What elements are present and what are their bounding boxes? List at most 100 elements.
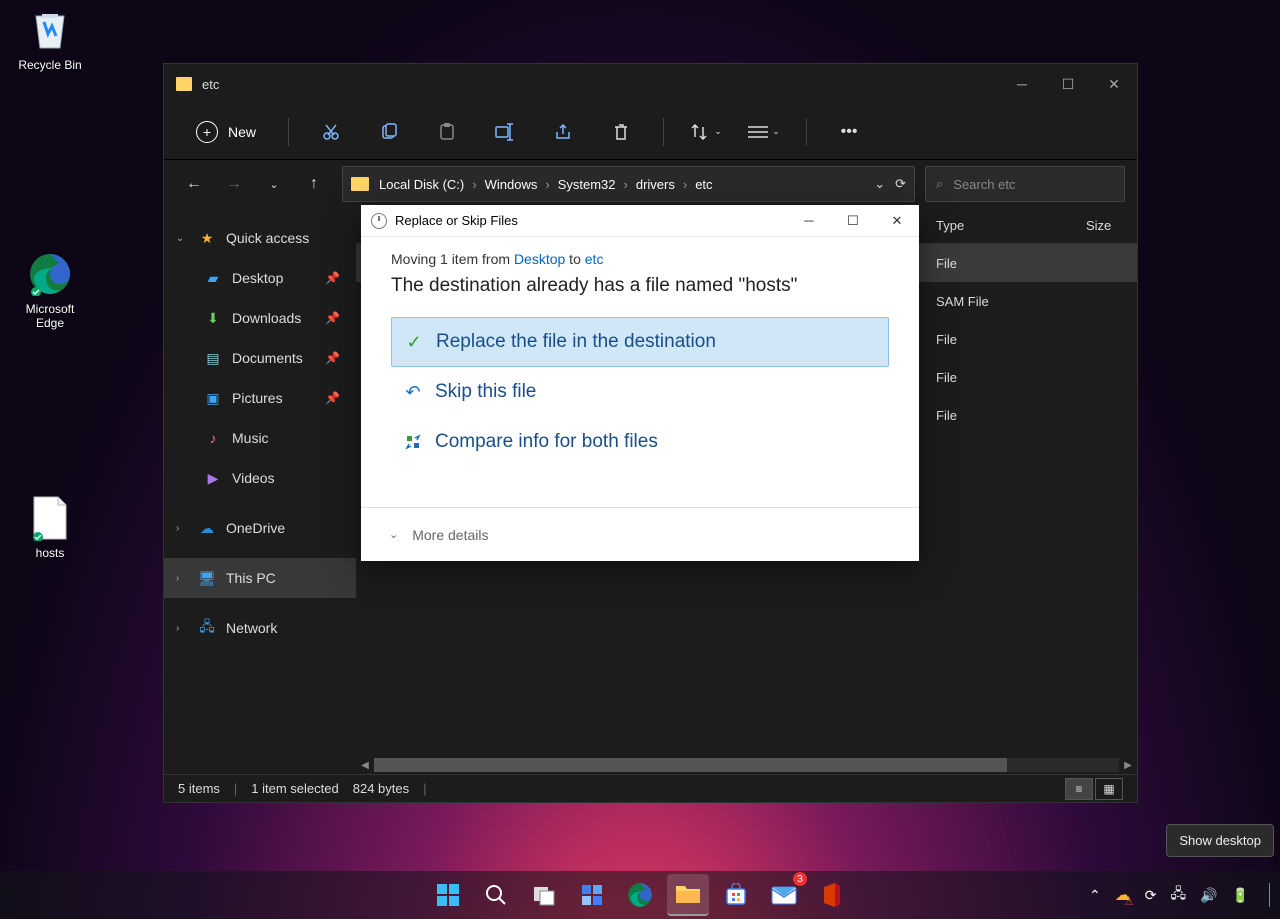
sidebar-item-this-pc[interactable]: › 🖥 This PC: [164, 558, 356, 598]
plus-icon: +: [196, 121, 218, 143]
taskbar-file-explorer[interactable]: [667, 874, 709, 916]
separator: [663, 118, 664, 146]
sidebar-item-videos[interactable]: ▶ Videos: [164, 458, 356, 498]
refresh-icon[interactable]: ⟳: [895, 176, 906, 192]
more-details-button[interactable]: ⌄ More details: [361, 507, 919, 561]
copy-button[interactable]: [369, 112, 409, 152]
crumb[interactable]: System32: [558, 177, 616, 192]
start-button[interactable]: [427, 874, 469, 916]
thumbnails-view-button[interactable]: ▦: [1095, 778, 1123, 800]
scroll-thumb[interactable]: [374, 758, 1007, 772]
sort-button[interactable]: ⌄: [686, 112, 726, 152]
crumb[interactable]: Local Disk (C:): [379, 177, 464, 192]
delete-button[interactable]: [601, 112, 641, 152]
back-button[interactable]: ←: [176, 166, 212, 202]
sidebar-item-downloads[interactable]: ⬇ Downloads 📌: [164, 298, 356, 338]
widgets-button[interactable]: [571, 874, 613, 916]
dialog-maximize-button[interactable]: ☐: [841, 213, 865, 229]
sidebar-item-quick-access[interactable]: ⌄ ★ Quick access: [164, 218, 356, 258]
search-input[interactable]: ⌕ Search etc: [925, 166, 1125, 202]
undo-icon: ↶: [403, 382, 423, 403]
link-from[interactable]: Desktop: [514, 251, 565, 267]
search-placeholder: Search etc: [953, 177, 1015, 192]
sidebar-label: Documents: [232, 350, 303, 366]
up-button[interactable]: ↑: [296, 166, 332, 202]
tray-onedrive-icon[interactable]: ☁⚠: [1115, 885, 1131, 905]
desktop-icon-recycle-bin[interactable]: Recycle Bin: [10, 6, 90, 72]
star-icon: ★: [198, 229, 216, 247]
taskbar-office[interactable]: [811, 874, 853, 916]
crumb[interactable]: etc: [695, 177, 712, 192]
download-icon: ⬇: [204, 309, 222, 327]
cut-button[interactable]: [311, 112, 351, 152]
tray-volume-icon[interactable]: 🔊: [1200, 887, 1217, 904]
sidebar-item-desktop[interactable]: ▰ Desktop 📌: [164, 258, 356, 298]
option-label: Replace the file in the destination: [436, 331, 716, 353]
recycle-bin-icon: [26, 6, 74, 54]
file-icon: [26, 494, 74, 542]
desktop-icon-edge[interactable]: Microsoft Edge: [10, 250, 90, 330]
titlebar[interactable]: etc ─ ☐ ✕: [164, 64, 1137, 104]
compare-icon: [403, 433, 423, 451]
maximize-button[interactable]: ☐: [1045, 64, 1091, 104]
horizontal-scrollbar[interactable]: ◀ ▶: [356, 756, 1137, 774]
show-desktop-button[interactable]: [1269, 883, 1272, 907]
separator: |: [423, 781, 426, 796]
scroll-left-icon[interactable]: ◀: [356, 756, 374, 774]
crumb[interactable]: Windows: [485, 177, 538, 192]
rename-button[interactable]: [485, 112, 525, 152]
sidebar-item-documents[interactable]: ▤ Documents 📌: [164, 338, 356, 378]
sidebar-item-music[interactable]: ♪ Music: [164, 418, 356, 458]
link-to[interactable]: etc: [585, 251, 604, 267]
sidebar-item-onedrive[interactable]: › ☁ OneDrive: [164, 508, 356, 548]
paste-button[interactable]: [427, 112, 467, 152]
scroll-track[interactable]: [374, 758, 1119, 772]
sidebar-label: Downloads: [232, 310, 301, 326]
separator: [288, 118, 289, 146]
desktop-icon-label: Recycle Bin: [10, 58, 90, 72]
pc-icon: 🖥: [198, 569, 216, 587]
column-size[interactable]: Size: [1086, 218, 1134, 233]
network-icon: 🖧: [198, 619, 216, 637]
sidebar-label: Music: [232, 430, 269, 446]
more-button[interactable]: •••: [829, 112, 869, 152]
tray-update-icon[interactable]: ⟳: [1145, 887, 1157, 904]
recent-button[interactable]: ⌄: [256, 166, 292, 202]
compare-option[interactable]: Compare info for both files: [391, 417, 889, 467]
address-bar[interactable]: Local Disk (C:)› Windows› System32› driv…: [342, 166, 915, 202]
replace-option[interactable]: ✓ Replace the file in the destination: [391, 317, 889, 367]
cloud-icon: ☁: [198, 519, 216, 537]
crumb[interactable]: drivers: [636, 177, 675, 192]
cell-type: File: [936, 408, 957, 423]
task-view-button[interactable]: [523, 874, 565, 916]
tray-chevron-icon[interactable]: ⌃: [1089, 887, 1101, 904]
new-button[interactable]: + New: [186, 115, 266, 149]
sidebar-item-pictures[interactable]: ▣ Pictures 📌: [164, 378, 356, 418]
search-button[interactable]: [475, 874, 517, 916]
desktop-icon-hosts[interactable]: hosts: [10, 494, 90, 560]
taskbar-store[interactable]: [715, 874, 757, 916]
dialog-minimize-button[interactable]: ─: [797, 213, 821, 229]
close-button[interactable]: ✕: [1091, 64, 1137, 104]
checkmark-icon: ✓: [404, 332, 424, 353]
sidebar-item-network[interactable]: › 🖧 Network: [164, 608, 356, 648]
replace-skip-dialog: Replace or Skip Files ─ ☐ ✕ Moving 1 ite…: [361, 205, 919, 561]
tray-battery-icon[interactable]: 🔋: [1232, 887, 1249, 904]
view-button[interactable]: ⌄: [744, 112, 784, 152]
cell-type: SAM File: [936, 294, 989, 309]
skip-option[interactable]: ↶ Skip this file: [391, 367, 889, 417]
address-dropdown-icon[interactable]: ⌄: [874, 176, 885, 192]
scroll-right-icon[interactable]: ▶: [1119, 756, 1137, 774]
dialog-titlebar[interactable]: Replace or Skip Files ─ ☐ ✕: [361, 205, 919, 237]
taskbar-edge[interactable]: [619, 874, 661, 916]
forward-button[interactable]: →: [216, 166, 252, 202]
minimize-button[interactable]: ─: [999, 64, 1045, 104]
share-button[interactable]: [543, 112, 583, 152]
dialog-close-button[interactable]: ✕: [885, 213, 909, 229]
navbar: ← → ⌄ ↑ Local Disk (C:)› Windows› System…: [164, 160, 1137, 208]
tray-network-icon[interactable]: 🖧: [1171, 883, 1187, 907]
taskbar-mail[interactable]: 3: [763, 874, 805, 916]
sidebar-label: Desktop: [232, 270, 283, 286]
column-type[interactable]: Type: [936, 218, 1086, 233]
details-view-button[interactable]: ≡: [1065, 778, 1093, 800]
